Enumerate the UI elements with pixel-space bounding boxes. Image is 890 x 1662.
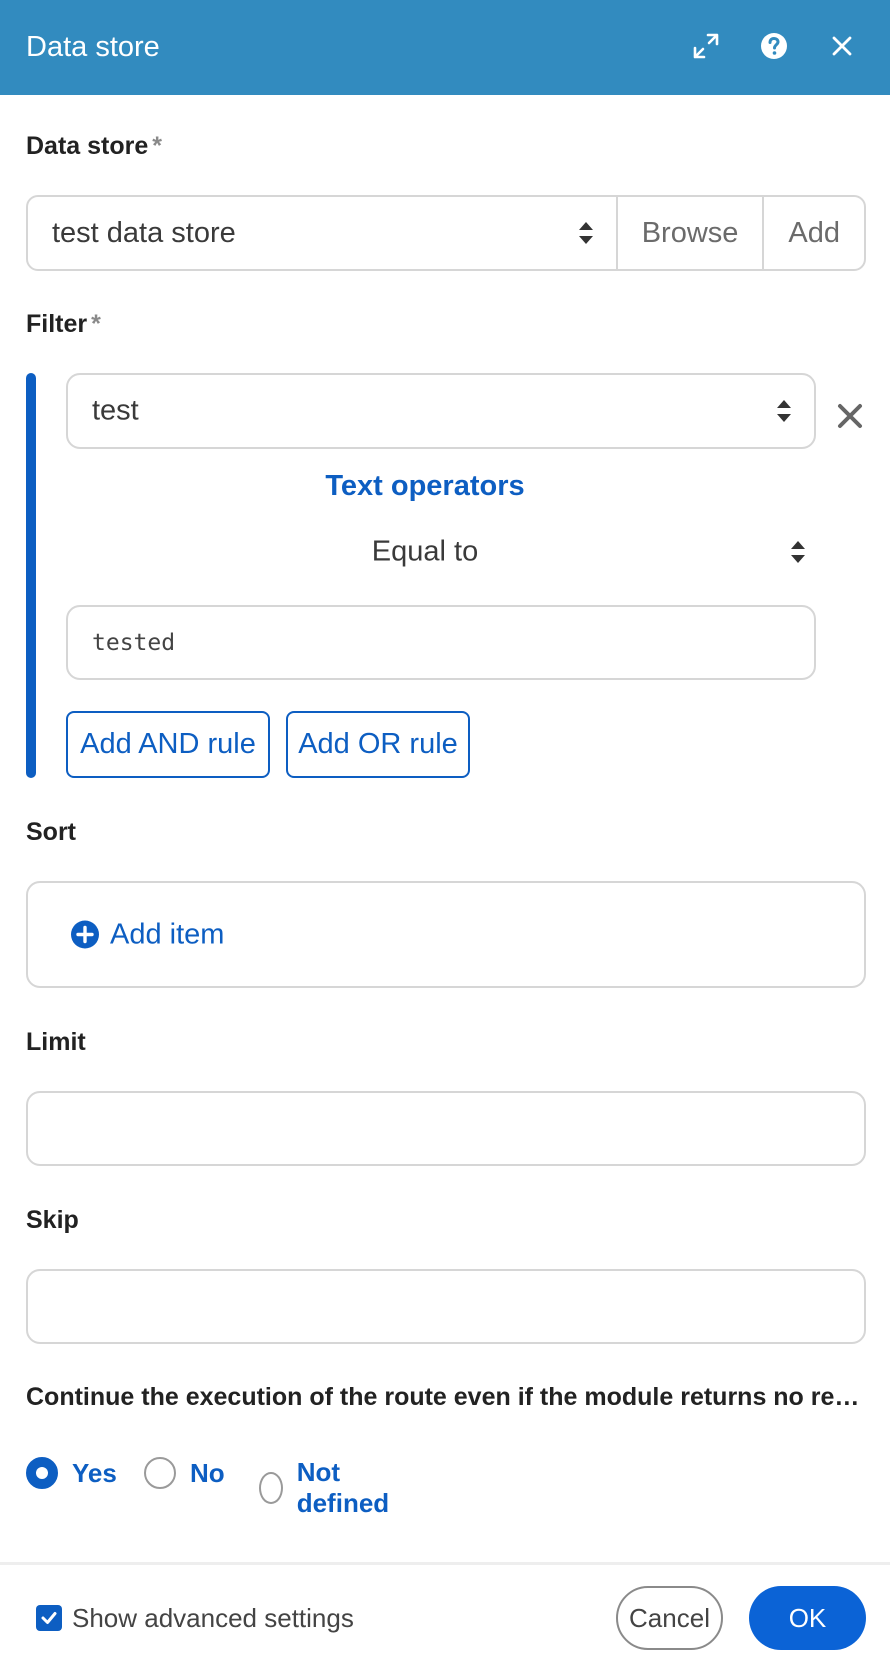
sort-label: Sort: [26, 818, 76, 846]
plus-circle-icon: [71, 920, 99, 949]
data-store-select[interactable]: test data store: [28, 197, 616, 269]
radio-no[interactable]: No: [144, 1457, 225, 1489]
skip-label: Skip: [26, 1206, 79, 1234]
dialog-header: Data store: [0, 0, 890, 95]
radio-yes[interactable]: Yes: [26, 1457, 117, 1489]
filter-group-bar: [26, 373, 36, 778]
add-item-label: Add item: [110, 918, 225, 950]
browse-button[interactable]: Browse: [615, 197, 763, 269]
skip-input[interactable]: [26, 1269, 866, 1344]
data-store-label-text: Data store: [26, 132, 149, 160]
limit-input[interactable]: [26, 1091, 866, 1166]
show-advanced-checkbox[interactable]: [36, 1605, 62, 1631]
add-and-rule-button[interactable]: Add AND rule: [66, 711, 270, 778]
cancel-button[interactable]: Cancel: [616, 1586, 723, 1650]
radio-yes-circle[interactable]: [26, 1457, 58, 1489]
operator-select[interactable]: Equal to: [66, 530, 805, 574]
remove-filter-icon[interactable]: [832, 398, 868, 434]
comparison-value-input[interactable]: tested: [66, 605, 816, 680]
required-mark: *: [152, 132, 162, 160]
data-store-value: test data store: [52, 216, 236, 249]
close-icon[interactable]: [820, 24, 864, 68]
radio-no-label: No: [190, 1457, 225, 1488]
data-store-select-group: test data store Browse Add: [26, 195, 866, 271]
expand-icon[interactable]: [684, 24, 728, 68]
limit-label: Limit: [26, 1028, 86, 1056]
radio-not-defined-circle[interactable]: [259, 1472, 283, 1504]
checkmark-icon: [41, 1612, 57, 1624]
radio-yes-label: Yes: [72, 1457, 117, 1488]
filter-field-select[interactable]: test: [66, 373, 816, 449]
show-advanced-label: Show advanced settings: [72, 1602, 354, 1633]
dialog-title: Data store: [26, 31, 160, 63]
help-icon[interactable]: [752, 24, 796, 68]
add-data-store-button[interactable]: Add: [762, 197, 864, 269]
data-store-label: Data store *: [26, 132, 162, 161]
ok-button[interactable]: OK: [749, 1586, 866, 1650]
show-advanced-settings[interactable]: Show advanced settings: [36, 1602, 354, 1633]
filter-field-value: test: [92, 394, 139, 427]
filter-label-text: Filter: [26, 310, 88, 338]
required-mark: *: [91, 310, 101, 338]
filter-label: Filter *: [26, 310, 101, 339]
select-arrows-icon: [791, 541, 805, 563]
add-or-rule-button[interactable]: Add OR rule: [286, 711, 470, 778]
continue-execution-label: Continue the execution of the route even…: [26, 1383, 866, 1411]
text-operators-heading: Text operators: [325, 470, 525, 502]
select-arrows-icon: [777, 400, 791, 422]
radio-no-circle[interactable]: [144, 1457, 176, 1489]
add-item-button[interactable]: Add item: [70, 918, 224, 951]
comparison-value: tested: [92, 629, 176, 656]
operator-value: Equal to: [371, 535, 479, 568]
sort-list: Add item: [26, 881, 866, 988]
radio-not-defined[interactable]: Not defined: [259, 1457, 397, 1519]
radio-not-defined-label: Not defined: [296, 1457, 390, 1518]
select-arrows-icon: [578, 222, 593, 244]
